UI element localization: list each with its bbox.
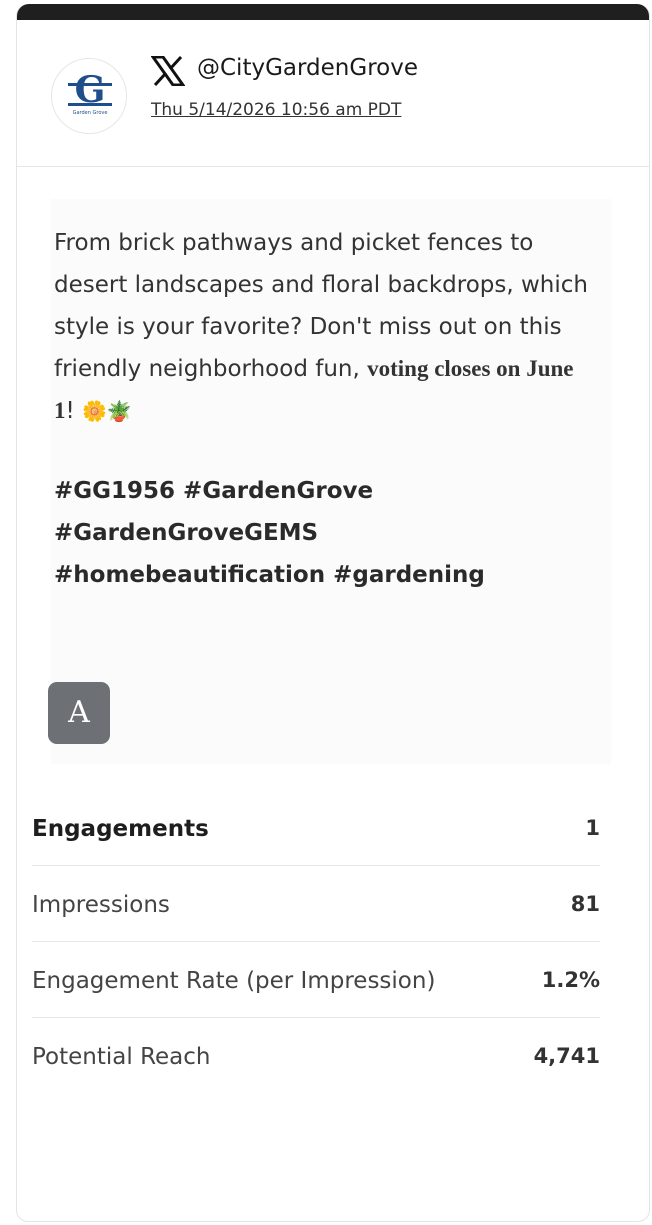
metric-label: Potential Reach — [32, 1044, 211, 1070]
metrics-list: Engagements 1 Impressions 81 Engagement … — [32, 790, 600, 1094]
metric-label: Impressions — [32, 892, 170, 918]
metric-label: Engagements — [32, 816, 209, 842]
metric-row-impressions: Impressions 81 — [32, 866, 600, 942]
post-timestamp-link[interactable]: Thu 5/14/2026 10:56 am PDT — [151, 100, 401, 120]
metric-row-potential-reach: Potential Reach 4,741 — [32, 1018, 600, 1094]
hashtag-line[interactable]: #GG1956 #GardenGrove — [54, 470, 594, 512]
metric-value: 1.2% — [541, 968, 600, 992]
flower-shovel-emoji-icon: 🌼🪴 — [82, 399, 132, 423]
metric-label: Engagement Rate (per Impression) — [32, 968, 436, 994]
card-top-bar — [17, 4, 649, 20]
metric-value: 1 — [585, 816, 600, 840]
avatar[interactable]: G Garden Grove — [51, 58, 127, 134]
post-text-end: ! — [65, 398, 83, 424]
hashtag-line[interactable]: #homebeautification #gardening — [54, 554, 594, 596]
metric-row-engagement-rate: Engagement Rate (per Impression) 1.2% — [32, 942, 600, 1018]
avatar-caption: Garden Grove — [73, 110, 108, 116]
post-hashtags: #GG1956 #GardenGrove #GardenGroveGEMS #h… — [54, 470, 594, 596]
account-handle[interactable]: @CityGardenGrove — [197, 55, 418, 81]
metric-value: 81 — [570, 892, 600, 916]
hashtag-line[interactable]: #GardenGroveGEMS — [54, 512, 594, 554]
media-placeholder-button[interactable]: A — [48, 682, 110, 744]
garden-grove-logo-icon: G Garden Grove — [53, 60, 126, 133]
x-logo-icon — [151, 56, 185, 86]
metric-row-engagements: Engagements 1 — [32, 790, 600, 866]
post-text: From brick pathways and picket fences to… — [54, 222, 594, 432]
post-header: G Garden Grove @CityGardenGrove Thu 5/14… — [17, 20, 649, 167]
metric-value: 4,741 — [533, 1044, 600, 1068]
